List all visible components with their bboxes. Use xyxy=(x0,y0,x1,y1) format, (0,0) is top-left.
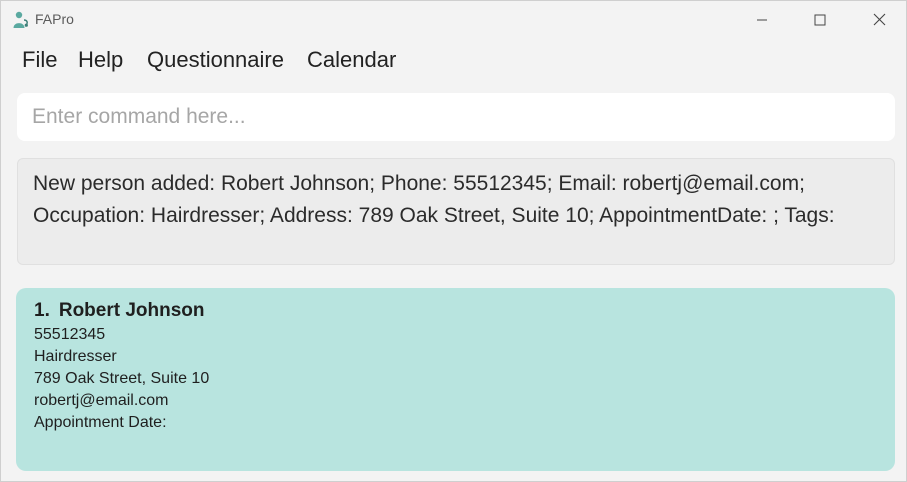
menu-file[interactable]: File xyxy=(22,47,57,73)
person-card-header: 1. Robert Johnson xyxy=(34,298,877,324)
person-occupation: Hairdresser xyxy=(34,348,117,365)
result-display: New person added: Robert Johnson; Phone:… xyxy=(17,158,895,265)
title-bar: FAPro xyxy=(1,1,906,39)
person-phone: 55512345 xyxy=(34,326,106,343)
maximize-button[interactable] xyxy=(797,1,843,39)
command-box xyxy=(17,93,895,141)
maximize-icon xyxy=(814,11,826,30)
minimize-button[interactable] xyxy=(739,1,785,39)
person-email: robertj@email.com xyxy=(34,392,169,409)
window-title: FAPro xyxy=(35,11,74,27)
menu-calendar[interactable]: Calendar xyxy=(307,47,396,73)
person-address: 789 Oak Street, Suite 10 xyxy=(34,370,210,387)
app-logo-icon xyxy=(12,11,30,29)
person-appointment-date: Appointment Date: xyxy=(34,414,167,431)
person-name: Robert Johnson xyxy=(58,300,205,321)
close-icon xyxy=(873,11,886,30)
person-card[interactable]: 1. Robert Johnson 55512345 Hairdresser 78… xyxy=(16,288,895,471)
minimize-icon xyxy=(756,11,768,30)
command-input[interactable] xyxy=(17,93,895,141)
person-index: 1. xyxy=(34,300,50,321)
menu-questionnaire[interactable]: Questionnaire xyxy=(147,47,284,73)
menu-help[interactable]: Help xyxy=(78,47,123,73)
close-button[interactable] xyxy=(856,1,902,39)
menu-bar: File Help Questionnaire Calendar xyxy=(1,43,906,79)
